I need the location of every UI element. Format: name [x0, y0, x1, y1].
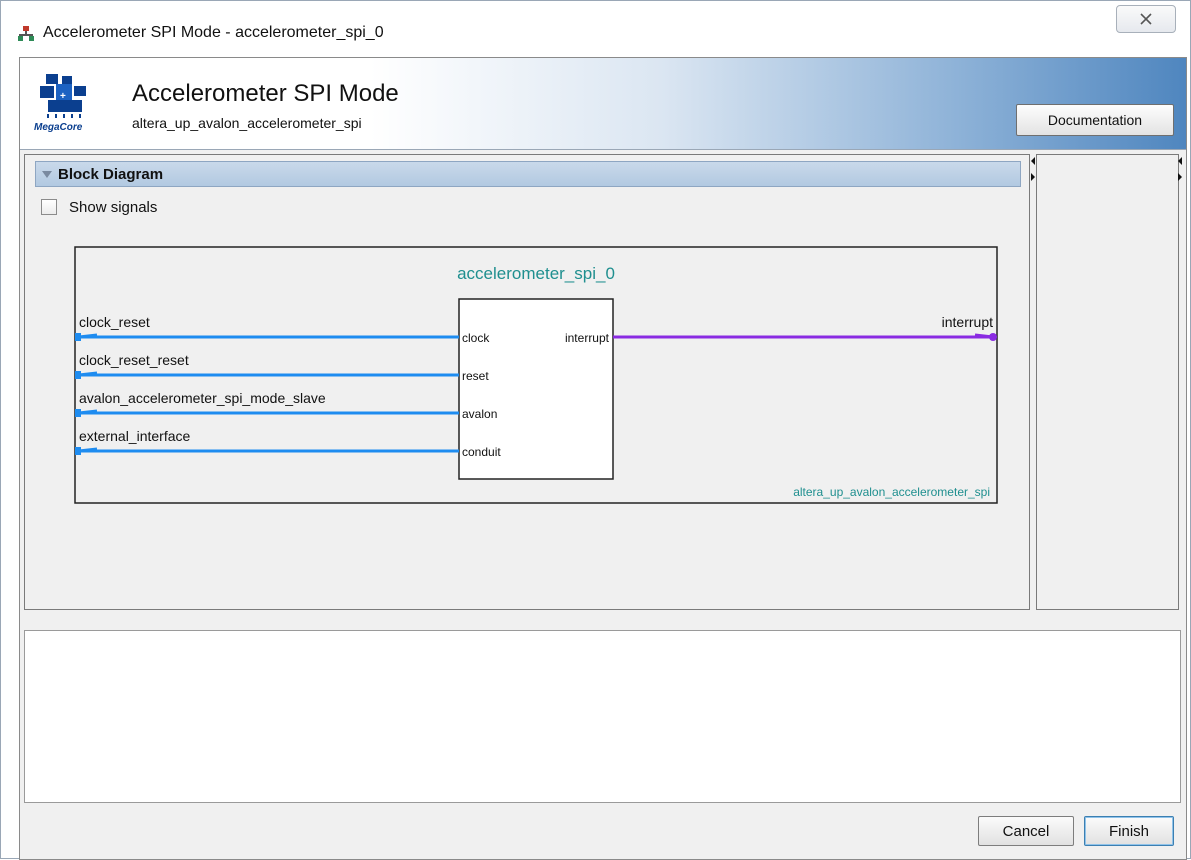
cancel-button[interactable]: Cancel	[978, 816, 1074, 846]
window-title: Accelerometer SPI Mode - accelerometer_s…	[43, 24, 384, 41]
input-wire-stub	[78, 371, 98, 377]
logo-text: MegaCore	[34, 122, 83, 133]
output-signal-label: interrupt	[942, 314, 993, 330]
close-button[interactable]	[1116, 5, 1176, 33]
input-wire-stub	[78, 447, 98, 453]
megacore-logo: + MegaCore	[34, 74, 86, 133]
block-diagram-pane: Block Diagram Show signals accelerometer…	[24, 154, 1035, 610]
finish-button[interactable]: Finish	[1084, 816, 1174, 846]
header-subtitle: altera_up_avalon_accelerometer_spi	[132, 115, 362, 131]
dialog-window: Accelerometer SPI Mode - accelerometer_s…	[0, 0, 1191, 860]
dialog-content: + MegaCore Accelerometer SPI Mode altera…	[19, 57, 1187, 860]
input-signal-label: clock_reset_reset	[79, 352, 189, 368]
input-wire-stub	[78, 333, 98, 339]
output-port-label: interrupt	[565, 331, 610, 345]
header-band: + MegaCore Accelerometer SPI Mode altera…	[20, 58, 1186, 150]
component-name: altera_up_avalon_accelerometer_spi	[793, 485, 990, 499]
side-splitter-arrows-icon[interactable]	[1176, 155, 1184, 185]
input-wire-stub	[78, 409, 98, 415]
close-icon	[1140, 13, 1152, 25]
input-port-label: conduit	[462, 445, 501, 459]
network-app-icon	[18, 26, 34, 41]
input-port-label: avalon	[462, 407, 497, 421]
input-port-label: reset	[462, 369, 489, 383]
input-port-label: clock	[462, 331, 490, 345]
header-title: Accelerometer SPI Mode	[132, 80, 399, 107]
message-panel	[24, 630, 1181, 803]
input-signal-label: avalon_accelerometer_spi_mode_slave	[79, 390, 326, 406]
documentation-button[interactable]: Documentation	[1016, 104, 1174, 136]
input-signal-label: external_interface	[79, 428, 191, 444]
svg-text:+: +	[60, 91, 66, 102]
instance-name: accelerometer_spi_0	[457, 264, 615, 283]
side-pane	[1036, 154, 1182, 610]
output-wire-stub	[974, 333, 994, 339]
title-bar: Accelerometer SPI Mode - accelerometer_s…	[1, 1, 1190, 57]
input-signal-label: clock_reset	[79, 314, 150, 330]
block-diagram: accelerometer_spi_0 altera_up_avalon_acc…	[74, 246, 998, 504]
